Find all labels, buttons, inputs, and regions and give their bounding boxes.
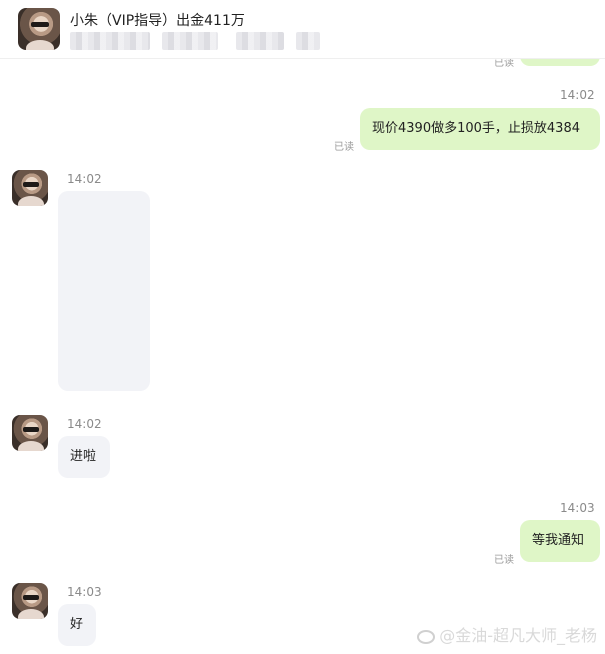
watermark: @金油-超凡大师_老杨 (417, 622, 597, 646)
message-time: 14:02 (560, 88, 595, 102)
message-time: 14:02 (67, 172, 102, 186)
watermark-text: @金油-超凡大师_老杨 (439, 626, 597, 645)
image-message[interactable] (58, 191, 150, 391)
message-bubble-received[interactable]: 好 (58, 604, 96, 646)
weibo-icon (417, 629, 436, 644)
message-bubble-sent[interactable]: 现价4390做多100手，止损放4384 (360, 108, 600, 150)
chat-window: 小朱（VIP指导）出金411万 已读 14:02 已读 现价4390做多100手… (0, 0, 605, 654)
read-receipt: 已读 (494, 555, 514, 566)
chat-title: 小朱（VIP指导）出金411万 (70, 13, 245, 29)
message-time: 14:03 (67, 585, 102, 599)
message-time: 14:03 (560, 501, 595, 515)
sender-avatar[interactable] (12, 170, 48, 206)
sender-avatar[interactable] (12, 583, 48, 619)
message-bubble-sent[interactable]: 等我通知 (520, 520, 600, 562)
message-bubble-received[interactable]: 进啦 (58, 436, 110, 478)
read-receipt: 已读 (334, 142, 354, 153)
contact-avatar[interactable] (18, 8, 60, 50)
chat-header: 小朱（VIP指导）出金411万 (0, 0, 605, 59)
message-time: 14:02 (67, 417, 102, 431)
sender-avatar[interactable] (12, 415, 48, 451)
message-list: 已读 14:02 已读 现价4390做多100手，止损放4384 14:02 1… (0, 54, 605, 654)
